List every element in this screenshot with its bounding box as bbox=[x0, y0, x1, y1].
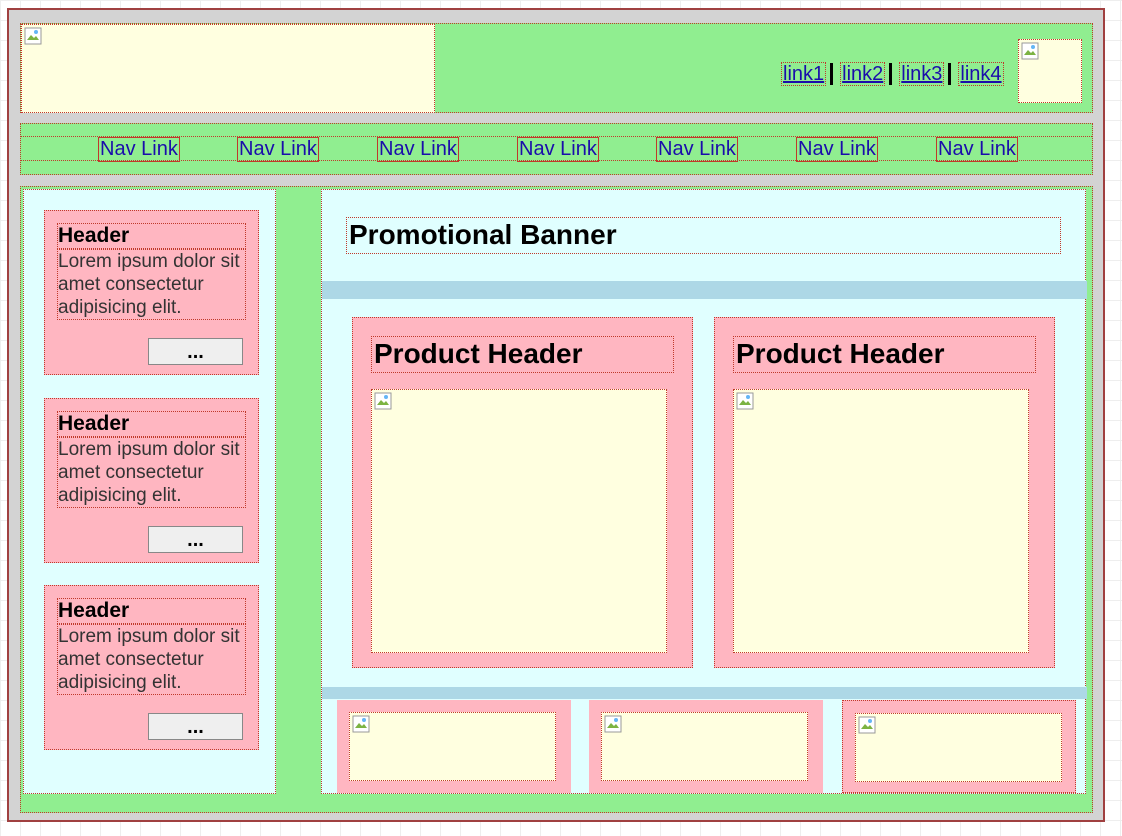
card-text: Lorem ipsum dolor sit amet consectetur a… bbox=[57, 437, 246, 508]
more-button[interactable]: ... bbox=[148, 526, 243, 553]
sidebar-card: Header Lorem ipsum dolor sit amet consec… bbox=[44, 398, 259, 563]
thumbnail-image bbox=[855, 713, 1062, 782]
nav-link-5[interactable]: Nav Link bbox=[656, 137, 738, 162]
card-header: Header bbox=[57, 223, 246, 249]
broken-image-icon bbox=[352, 715, 370, 733]
card-body: Header Lorem ipsum dolor sit amet consec… bbox=[57, 598, 246, 695]
nav-link-2[interactable]: Nav Link bbox=[237, 137, 319, 162]
link-separator bbox=[830, 63, 834, 85]
main-panel: Promotional Banner Product Header Produc… bbox=[321, 189, 1087, 794]
thumbnail-image bbox=[349, 712, 556, 781]
card-body: Header Lorem ipsum dolor sit amet consec… bbox=[57, 411, 246, 508]
sidebar-card: Header Lorem ipsum dolor sit amet consec… bbox=[44, 210, 259, 375]
top-link-4[interactable]: link4 bbox=[958, 62, 1004, 86]
nav-link-3[interactable]: Nav Link bbox=[377, 137, 459, 162]
sidebar-card: Header Lorem ipsum dolor sit amet consec… bbox=[44, 585, 259, 750]
top-link-1[interactable]: link1 bbox=[781, 62, 827, 86]
nav-row: Nav Link Nav Link Nav Link Nav Link Nav … bbox=[21, 136, 1092, 162]
promotional-banner: Promotional Banner bbox=[346, 217, 1061, 254]
card-body: Header Lorem ipsum dolor sit amet consec… bbox=[57, 223, 246, 320]
product-header: Product Header bbox=[733, 336, 1036, 373]
card-text: Lorem ipsum dolor sit amet consectetur a… bbox=[57, 249, 246, 320]
header-image bbox=[1018, 39, 1082, 103]
card-text: Lorem ipsum dolor sit amet consectetur a… bbox=[57, 624, 246, 695]
nav-link-6[interactable]: Nav Link bbox=[796, 137, 878, 162]
broken-image-icon bbox=[858, 716, 876, 734]
broken-image-icon bbox=[736, 392, 754, 410]
product-card: Product Header bbox=[714, 317, 1055, 668]
nav-link-1[interactable]: Nav Link bbox=[98, 137, 180, 162]
divider-bar bbox=[322, 687, 1087, 699]
link-separator bbox=[948, 63, 952, 85]
product-card: Product Header bbox=[352, 317, 693, 668]
thumbnail-card bbox=[589, 700, 823, 793]
nav-link-7[interactable]: Nav Link bbox=[936, 137, 1018, 162]
page-frame: link1 link2 link3 link4 Nav Link Nav Lin… bbox=[7, 8, 1105, 822]
content-area: Header Lorem ipsum dolor sit amet consec… bbox=[20, 186, 1093, 813]
sidebar: Header Lorem ipsum dolor sit amet consec… bbox=[23, 189, 276, 794]
broken-image-icon bbox=[1021, 42, 1039, 60]
thumbnail-card bbox=[337, 700, 571, 793]
site-header: link1 link2 link3 link4 bbox=[20, 23, 1093, 113]
card-header: Header bbox=[57, 411, 246, 437]
product-image bbox=[733, 389, 1029, 653]
thumbnail-card bbox=[842, 700, 1076, 793]
main-nav: Nav Link Nav Link Nav Link Nav Link Nav … bbox=[20, 123, 1093, 175]
top-link-3[interactable]: link3 bbox=[899, 62, 945, 86]
broken-image-icon bbox=[604, 715, 622, 733]
more-button[interactable]: ... bbox=[148, 713, 243, 740]
product-image bbox=[371, 389, 667, 653]
top-links: link1 link2 link3 link4 bbox=[781, 62, 1004, 86]
logo-image bbox=[21, 24, 435, 113]
card-header: Header bbox=[57, 598, 246, 624]
broken-image-icon bbox=[24, 27, 42, 45]
divider-bar bbox=[322, 281, 1087, 299]
top-link-2[interactable]: link2 bbox=[840, 62, 886, 86]
broken-image-icon bbox=[374, 392, 392, 410]
thumbnail-image bbox=[601, 712, 808, 781]
link-separator bbox=[889, 63, 893, 85]
nav-link-4[interactable]: Nav Link bbox=[517, 137, 599, 162]
product-header: Product Header bbox=[371, 336, 674, 373]
more-button[interactable]: ... bbox=[148, 338, 243, 365]
